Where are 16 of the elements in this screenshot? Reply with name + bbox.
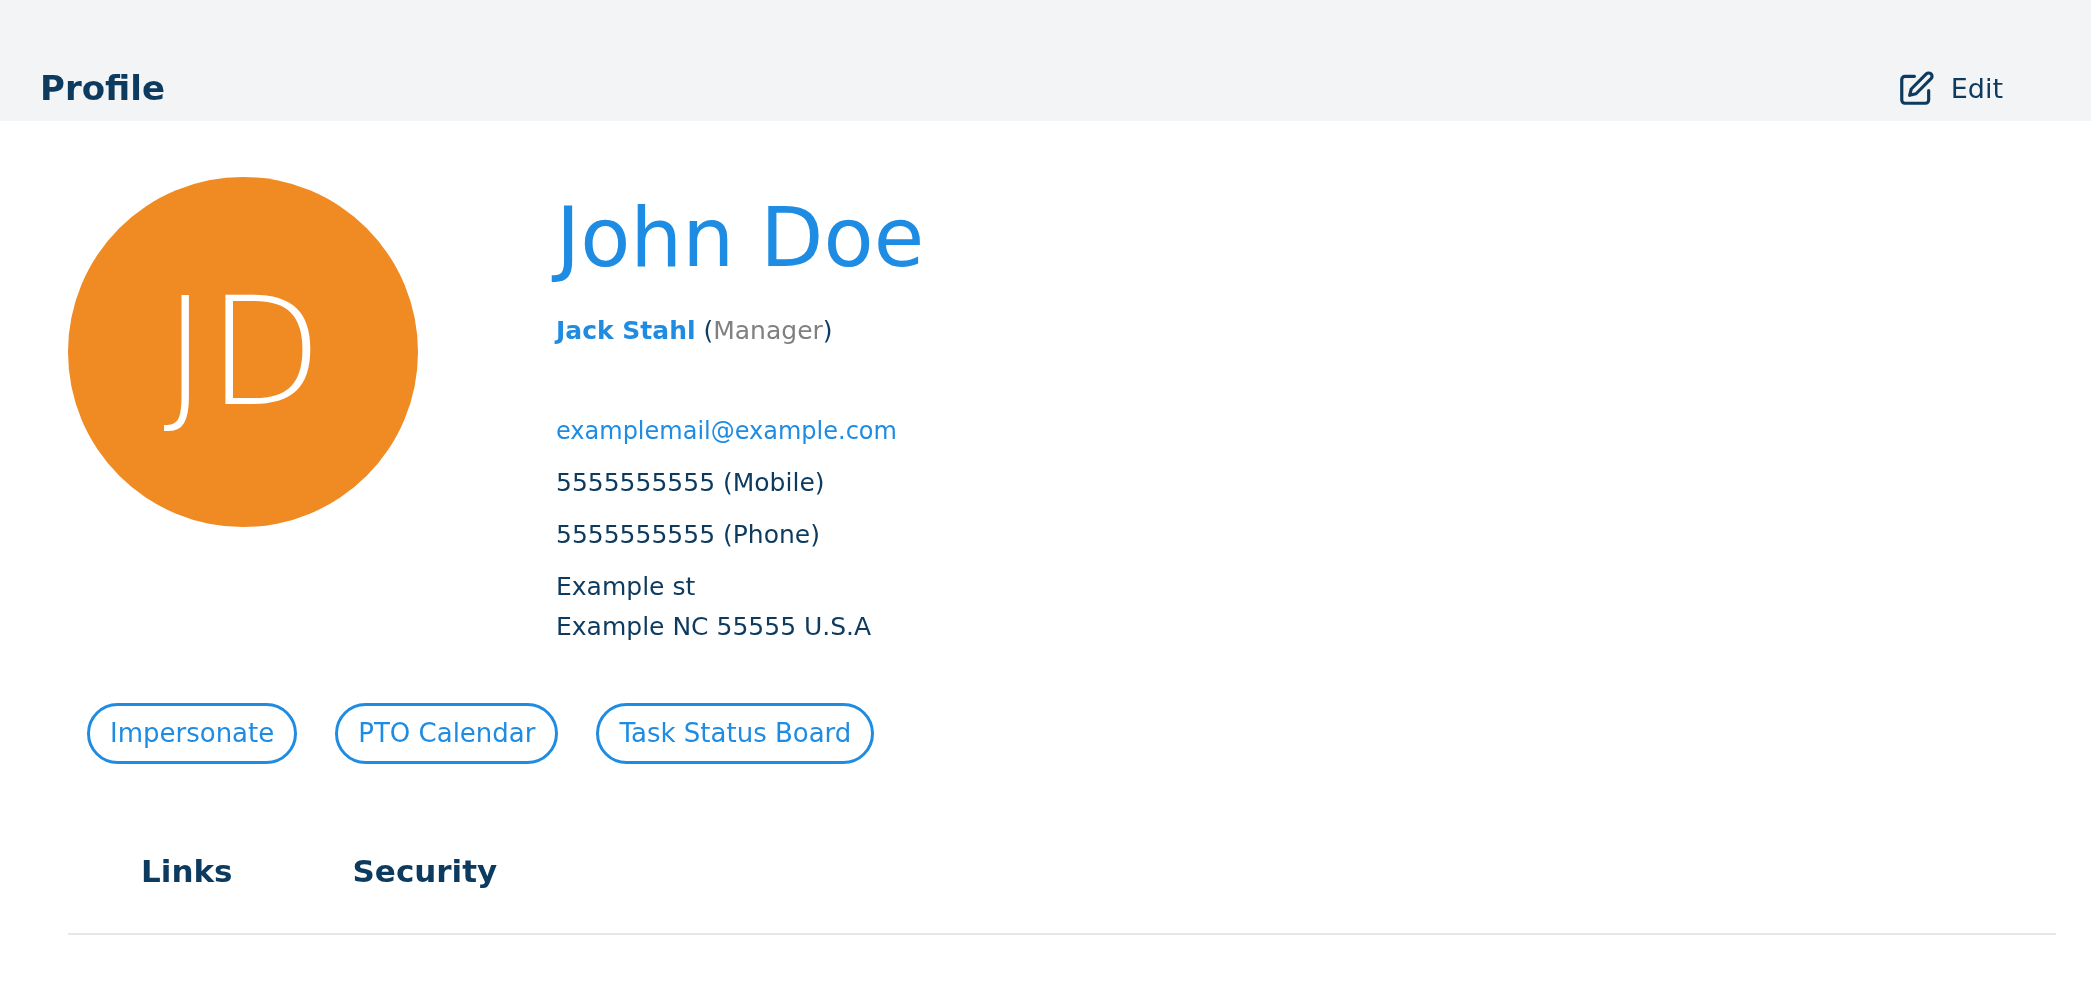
tab[interactable]: Links: [141, 844, 233, 903]
action-button[interactable]: Task Status Board: [596, 703, 875, 765]
action-button[interactable]: PTO Calendar: [335, 703, 559, 765]
page-title: Profile: [40, 68, 165, 111]
address-line: Example st: [556, 571, 697, 604]
edit-button[interactable]: Edit: [1896, 68, 2051, 113]
address-line: Example NC 55555 U.S.A: [556, 611, 873, 644]
action-button[interactable]: Impersonate: [87, 703, 298, 765]
manager-link[interactable]: Jack Stahl: [556, 315, 696, 345]
phone-number: 5555555555 (Phone): [556, 519, 821, 552]
email-link[interactable]: examplemail@example.com: [556, 417, 897, 446]
tab[interactable]: Security: [352, 844, 498, 903]
avatar: JD: [68, 177, 418, 527]
mobile-number: 5555555555 (Mobile): [556, 467, 826, 500]
user-name: John Doe: [548, 181, 933, 296]
manager-role: (Manager): [703, 315, 833, 345]
